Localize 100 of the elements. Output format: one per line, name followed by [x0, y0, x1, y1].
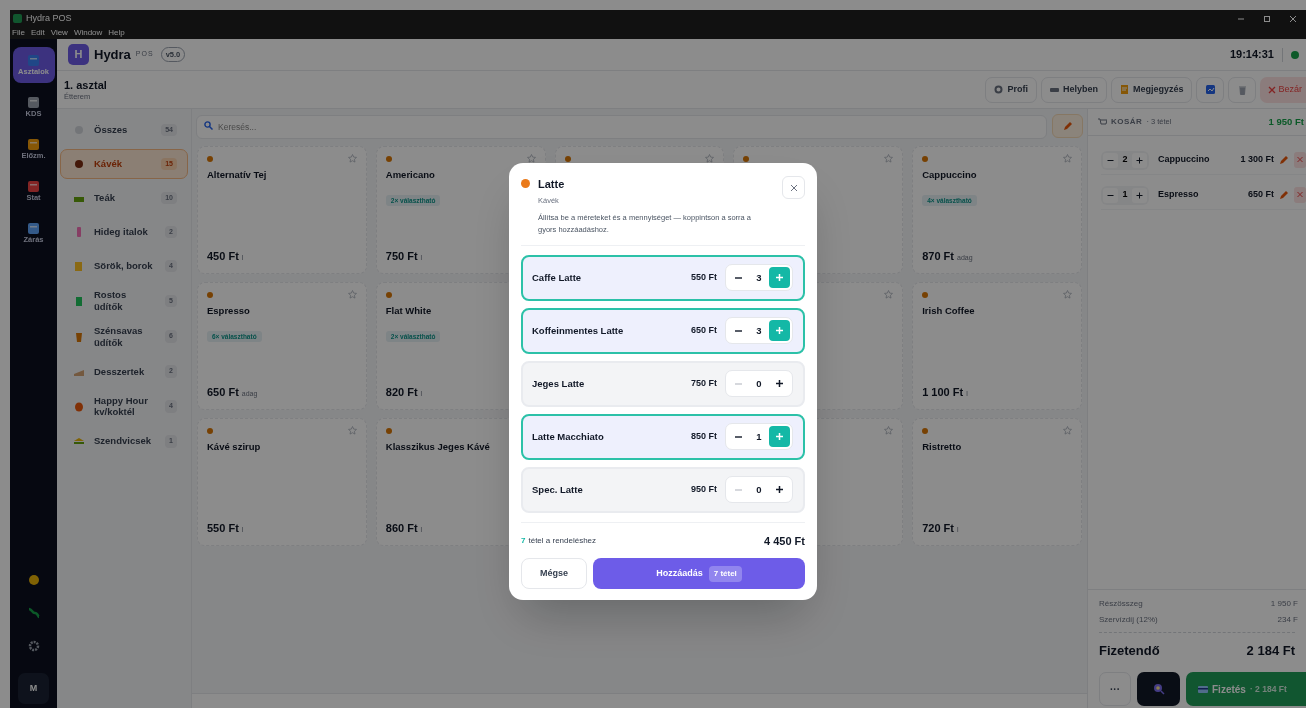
star-icon	[1063, 290, 1072, 299]
quantity-value: 1	[755, 429, 763, 444]
quantity-stepper[interactable]: 3	[725, 264, 793, 292]
product-price: 870 Ft	[922, 248, 954, 264]
product-price: 860 Ft	[385, 520, 418, 536]
minus-icon	[1103, 152, 1118, 168]
plus-icon	[776, 327, 783, 335]
settings-icon	[27, 640, 40, 652]
brand-name: Hydra	[94, 45, 131, 64]
quantity-stepper[interactable]: 1	[1101, 185, 1149, 205]
toolbar-button[interactable]: Helyben	[1040, 76, 1107, 103]
search-icon	[204, 121, 213, 130]
dialog-total: 4 450 Ft	[764, 533, 805, 549]
edit-button[interactable]	[1052, 114, 1083, 138]
quantity-stepper[interactable]: 0	[725, 476, 793, 504]
variant-row[interactable]: Jeges Latte 750 Ft 0	[521, 360, 805, 407]
category-icon	[73, 158, 85, 170]
button-icon	[1119, 85, 1129, 94]
close-icon	[789, 183, 798, 192]
variant-row[interactable]: Latte Macchiato 850 Ft 1	[521, 413, 805, 460]
menu-item[interactable]: Window	[73, 29, 103, 37]
star-icon	[705, 154, 715, 163]
nav-icon	[28, 180, 39, 192]
user-avatar[interactable]: M	[18, 673, 49, 704]
product-name: Americano	[385, 168, 436, 182]
search-button[interactable]	[1137, 672, 1180, 706]
quantity-stepper[interactable]: 2	[1101, 150, 1149, 170]
star-icon	[1063, 426, 1072, 435]
variant-price: 950 Ft	[691, 483, 717, 496]
menu-item[interactable]: Edit	[30, 29, 45, 37]
plus-icon	[776, 486, 783, 494]
product-name: Irish Coffee	[922, 304, 976, 318]
quantity-stepper[interactable]: 3	[725, 317, 793, 345]
cart-item-price: 650 Ft	[1248, 188, 1274, 202]
quantity-value: 3	[755, 270, 763, 285]
product-price: 550 Ft	[207, 520, 239, 536]
quantity-value: 2	[1121, 153, 1129, 167]
more-button[interactable]: ···	[1099, 672, 1131, 706]
close-button[interactable]	[782, 176, 805, 199]
summary-label: Szervízdíj (12%)	[1099, 613, 1158, 626]
cart-title: KOSÁR	[1111, 116, 1143, 128]
count-badge: 7 tétel	[708, 565, 742, 582]
nav-icon	[28, 138, 39, 150]
minus-icon	[1103, 187, 1118, 203]
minus-icon	[735, 488, 742, 491]
variant-row[interactable]: Koffeinmentes Latte 650 Ft 3	[521, 307, 805, 354]
search-icon	[1152, 683, 1165, 695]
menu-item[interactable]: File	[12, 29, 25, 37]
delete-button[interactable]	[1228, 76, 1257, 103]
star-icon	[1063, 154, 1072, 163]
sun-icon	[27, 574, 40, 586]
cart-item-name: Espresso	[1158, 188, 1200, 202]
remove-icon	[1294, 187, 1306, 203]
maximize-icon	[1263, 14, 1271, 23]
plus-icon	[776, 380, 783, 388]
plus-icon	[776, 433, 783, 441]
close-icon	[1289, 14, 1297, 23]
menu-item[interactable]: View	[50, 29, 68, 37]
product-price: 720 Ft	[922, 520, 954, 536]
variant-row[interactable]: Caffe Latte 550 Ft 3	[521, 254, 805, 301]
product-price: 750 Ft	[385, 248, 418, 264]
add-button[interactable]: Hozzáadás 7 tétel	[593, 558, 805, 590]
product-name: Alternatív Tej	[207, 168, 268, 182]
cancel-button[interactable]: Mégse	[521, 558, 587, 590]
star-icon	[347, 426, 357, 435]
menu-item[interactable]: Help	[108, 29, 125, 37]
quantity-value: 0	[755, 482, 763, 497]
search-field[interactable]: Keresés...	[196, 115, 1047, 139]
product-name: Flat White	[385, 304, 433, 318]
toolbar-button[interactable]: Profi	[985, 76, 1037, 103]
product-price: 820 Ft	[385, 384, 418, 400]
toolbar-icon-button[interactable]	[1196, 76, 1225, 103]
product-price: 450 Ft	[207, 248, 239, 264]
product-name: Cappuccino	[922, 168, 978, 182]
button-icon	[1049, 85, 1059, 94]
star-icon	[884, 154, 894, 163]
remove-icon	[1294, 152, 1306, 168]
product-price: 650 Ft	[207, 384, 239, 400]
summary-label: Részösszeg	[1099, 597, 1143, 610]
product-price: 1 100 Ft	[922, 384, 964, 400]
minus-icon	[735, 276, 742, 279]
variant-price: 550 Ft	[691, 271, 717, 284]
plus-icon	[1132, 152, 1147, 168]
star-icon	[884, 426, 894, 435]
summary-value: 234 F	[1277, 613, 1298, 626]
star-icon	[884, 290, 894, 299]
quantity-stepper[interactable]: 1	[725, 423, 793, 451]
table-name: 1. asztal	[64, 78, 107, 92]
minus-icon	[735, 329, 742, 332]
category-icon	[73, 294, 85, 307]
quantity-value: 0	[755, 376, 763, 391]
plus-icon	[1132, 187, 1147, 203]
product-name: Klasszikus Jeges Kávé	[385, 440, 491, 454]
total-value: 2 184 Ft	[1246, 641, 1295, 660]
cart-item-price: 1 300 Ft	[1240, 153, 1274, 167]
logo-badge: H	[68, 44, 89, 65]
variant-row[interactable]: Spec. Latte 950 Ft 0	[521, 466, 805, 513]
toolbar-button[interactable]: Megjegyzés	[1110, 76, 1193, 103]
star-icon	[347, 290, 357, 299]
quantity-stepper[interactable]: 0	[725, 370, 793, 398]
